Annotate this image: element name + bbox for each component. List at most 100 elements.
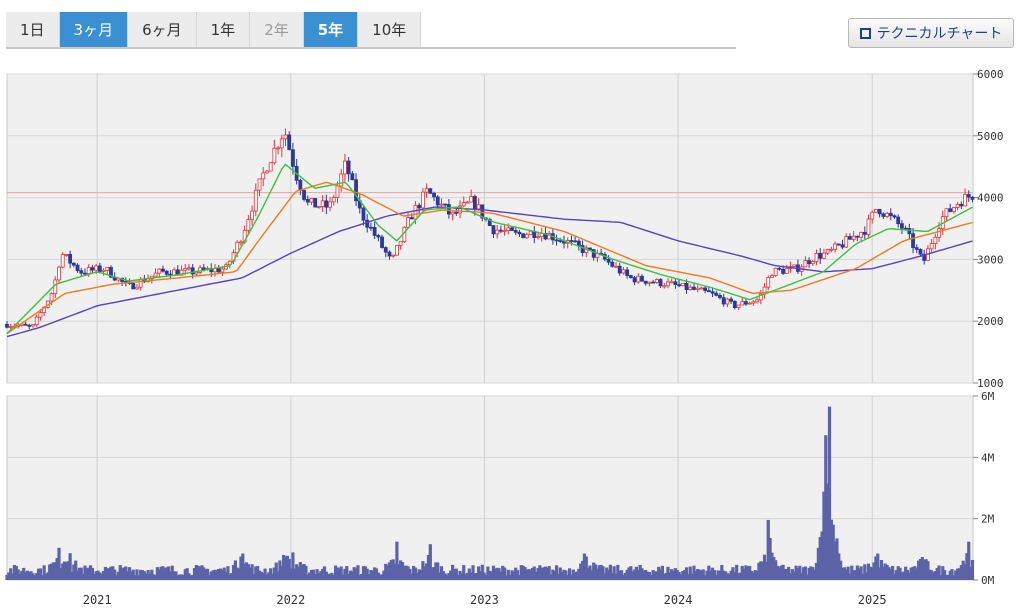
candle-body <box>365 219 370 228</box>
candle-body <box>131 283 136 290</box>
candle-body <box>903 227 908 230</box>
candle-body <box>450 211 455 215</box>
candle-body <box>361 207 366 221</box>
candle-body <box>755 299 759 303</box>
candle-body <box>94 265 99 271</box>
candle-body <box>369 226 373 229</box>
candle-body <box>677 284 682 287</box>
candle-body <box>68 254 73 264</box>
candle-body <box>38 312 43 318</box>
candle-body <box>424 188 429 193</box>
candle-body <box>966 194 971 198</box>
candle-body <box>387 251 392 257</box>
candle-body <box>944 208 949 218</box>
candle-body <box>792 264 797 267</box>
candle-body <box>822 252 826 259</box>
candle-body <box>740 301 745 306</box>
x-tick-label: 2025 <box>858 593 887 607</box>
candle-body <box>851 235 856 240</box>
candle-body <box>721 297 726 305</box>
candle-body <box>580 245 585 253</box>
candle-body <box>848 236 852 240</box>
candle-body <box>885 212 889 217</box>
candle-body <box>64 254 69 256</box>
candle-body <box>216 268 221 273</box>
candle-body <box>498 229 503 232</box>
candle-body <box>569 240 574 242</box>
candle-body <box>833 243 837 250</box>
candle-body <box>907 228 912 235</box>
candle-body <box>476 204 481 210</box>
candle-body <box>621 269 626 274</box>
volume-bar <box>970 559 975 580</box>
candle-body <box>654 279 659 283</box>
candle-body <box>706 290 711 293</box>
candle-body <box>135 286 139 290</box>
candle-body <box>469 196 474 203</box>
candle-body <box>257 178 262 191</box>
candle-body <box>933 236 938 244</box>
candle-body <box>825 249 830 254</box>
candle-body <box>309 198 314 203</box>
candle-body <box>439 203 444 206</box>
candle-body <box>153 272 158 277</box>
candle-body <box>673 281 678 285</box>
candle-body <box>807 260 811 265</box>
candle-body <box>398 241 403 246</box>
candle-body <box>911 233 915 249</box>
candle-body <box>718 294 722 299</box>
candle-body <box>409 217 414 220</box>
candle-body <box>521 233 526 239</box>
candle-body <box>688 286 693 290</box>
candle-body <box>138 279 143 288</box>
candle-body <box>435 196 440 206</box>
candle-body <box>383 247 388 253</box>
candle-body <box>651 281 656 284</box>
candle-body <box>31 324 35 327</box>
candle-body <box>744 301 748 305</box>
candle-body <box>395 245 399 256</box>
candle-body <box>803 260 808 268</box>
candle-body <box>892 215 897 218</box>
candle-body <box>617 265 622 274</box>
x-tick-label: 2024 <box>664 593 693 607</box>
candle-body <box>576 240 581 246</box>
x-tick-label: 2021 <box>83 593 112 607</box>
candle-body <box>506 227 511 231</box>
candle-body <box>380 236 384 248</box>
candle-body <box>732 300 737 308</box>
candle-body <box>517 231 522 235</box>
price-tick-label: 4000 <box>977 192 1004 205</box>
candle-body <box>194 271 199 275</box>
candle-body <box>495 229 500 235</box>
volume-tick-label: 2M <box>981 513 995 526</box>
candle-body <box>164 270 169 275</box>
candle-body <box>105 267 110 271</box>
candle-body <box>959 203 964 207</box>
candle-body <box>413 204 418 220</box>
candle-body <box>536 236 540 239</box>
candle-body <box>343 160 347 175</box>
candle-body <box>454 211 459 214</box>
candle-body <box>320 200 325 207</box>
candle-body <box>428 188 433 194</box>
candle-body <box>446 204 451 215</box>
candle-body <box>777 267 782 270</box>
candle-body <box>573 240 578 243</box>
candle-body <box>372 226 377 236</box>
candle-body <box>339 173 344 187</box>
candle-body <box>491 225 496 235</box>
price-panel <box>6 73 974 384</box>
candle-body <box>643 280 648 284</box>
candle-body <box>305 199 310 203</box>
candle-body <box>287 134 292 151</box>
candle-body <box>773 267 778 276</box>
candle-body <box>161 268 165 272</box>
candle-body <box>461 202 466 207</box>
candle-body <box>250 210 254 220</box>
candle-body <box>844 236 849 248</box>
candle-body <box>647 281 652 284</box>
candle-body <box>870 211 875 220</box>
candle-body <box>881 213 886 217</box>
candle-body <box>391 254 396 257</box>
